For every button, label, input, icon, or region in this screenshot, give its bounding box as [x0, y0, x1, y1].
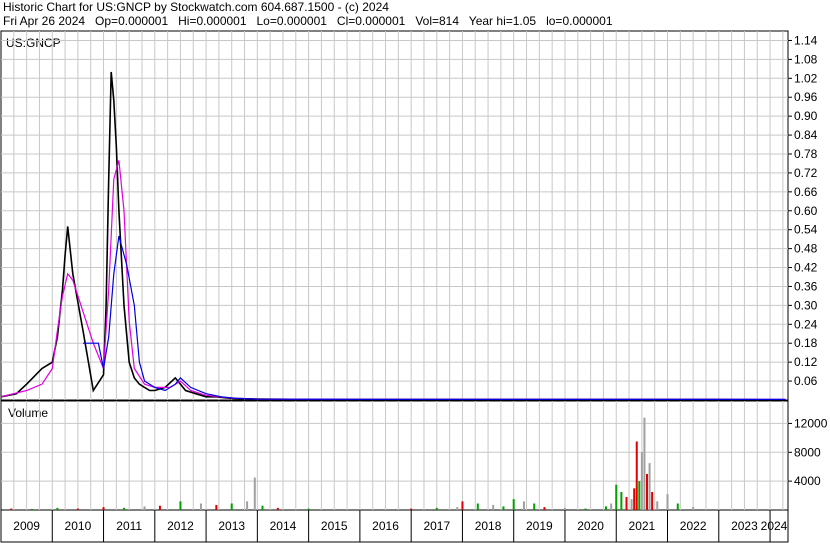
volume-bar	[610, 503, 613, 510]
y-tick-label: 1.02	[794, 71, 818, 85]
volume-bar	[620, 491, 623, 510]
volume-bar	[435, 507, 438, 510]
volume-bar	[307, 508, 310, 510]
volume-bar	[656, 501, 659, 510]
volume-bar	[410, 508, 413, 510]
volume-bar	[666, 494, 669, 510]
y-tick-label: 0.24	[794, 317, 818, 331]
volume-bar	[158, 505, 161, 510]
x-tick-label: 2016	[372, 519, 399, 533]
volume-bar	[276, 507, 279, 510]
volume-bar	[56, 507, 59, 510]
y-tick-label: 0.84	[794, 128, 818, 142]
volume-bar	[625, 497, 628, 510]
volume-bar	[633, 488, 636, 510]
y-tick-label: 0.96	[794, 90, 818, 104]
y-tick-label: 0.54	[794, 223, 818, 237]
y-tick-label: 1.14	[794, 33, 818, 47]
x-tick-label: 2014	[270, 519, 297, 533]
volume-bar	[358, 508, 361, 510]
y-tick-label: 0.90	[794, 109, 818, 123]
y-tick-label: 0.60	[794, 204, 818, 218]
volume-bar	[533, 503, 536, 510]
y-tick-label: 0.30	[794, 298, 818, 312]
volume-bar	[640, 452, 643, 510]
y-tick-label: 0.66	[794, 185, 818, 199]
volume-bar	[563, 507, 566, 510]
x-tick-label: 2013	[218, 519, 245, 533]
x-tick-label: 2009	[13, 519, 40, 533]
x-tick-label: 2024	[761, 519, 788, 533]
x-tick-label: 2011	[116, 519, 142, 533]
volume-bar	[230, 503, 233, 510]
volume-bar	[604, 506, 607, 510]
volume-bar	[215, 504, 218, 510]
x-tick-label: 2022	[680, 519, 707, 533]
x-tick-label: 2012	[167, 519, 194, 533]
stock-chart: Historic Chart for US:GNCP by Stockwatch…	[0, 0, 830, 543]
volume-bar	[648, 463, 651, 510]
volume-bar	[512, 499, 515, 510]
volume-bar	[179, 501, 182, 510]
volume-bar	[246, 501, 249, 510]
x-tick-label: 2019	[526, 519, 553, 533]
y-tick-label: 0.72	[794, 166, 818, 180]
volume-bar	[253, 477, 256, 510]
volume-y-tick-label: 12000	[794, 416, 828, 430]
x-tick-label: 2021	[629, 519, 656, 533]
x-tick-label: 2020	[577, 519, 604, 533]
volume-bar	[615, 484, 618, 510]
y-tick-label: 0.36	[794, 279, 818, 293]
volume-bar	[261, 505, 264, 510]
x-tick-label: 2010	[65, 519, 92, 533]
x-tick-label: 2015	[321, 519, 348, 533]
volume-bar	[30, 508, 33, 510]
volume-bar	[646, 473, 649, 510]
volume-panel-frame	[0, 400, 789, 511]
volume-bar	[199, 503, 202, 510]
x-tick-label: 2017	[423, 519, 450, 533]
volume-bar	[638, 481, 641, 510]
volume-bar	[143, 506, 146, 510]
y-tick-label: 0.06	[794, 374, 818, 388]
volume-bar	[476, 503, 479, 510]
volume-bar	[456, 507, 459, 510]
y-tick-label: 0.42	[794, 261, 818, 275]
volume-bar	[123, 507, 126, 510]
y-tick-label: 0.78	[794, 147, 818, 161]
volume-y-tick-label: 8000	[794, 445, 821, 459]
y-tick-label: 1.08	[794, 52, 818, 66]
volume-bar	[10, 508, 13, 510]
volume-bar	[635, 441, 638, 510]
volume-bar	[102, 507, 105, 510]
volume-y-tick-label: 4000	[794, 474, 821, 488]
volume-bar	[630, 499, 633, 510]
volume-bar	[543, 507, 546, 510]
chart-svg: US:GNCP Volume 1.141.081.020.960.900.840…	[0, 30, 828, 543]
volume-bar	[643, 417, 646, 510]
volume-bar	[692, 507, 695, 510]
volume-bar	[676, 503, 679, 510]
y-tick-label: 0.12	[794, 355, 818, 369]
volume-bar	[76, 508, 79, 510]
y-tick-label: 0.18	[794, 336, 818, 350]
volume-bar	[584, 508, 587, 510]
x-tick-label: 2018	[475, 519, 502, 533]
volume-bar	[492, 504, 495, 510]
volume-bar	[502, 506, 505, 510]
y-tick-label: 0.48	[794, 242, 818, 256]
volume-bar	[522, 501, 525, 510]
volume-bar	[461, 501, 464, 510]
x-tick-label: 2023	[731, 519, 758, 533]
volume-bar	[651, 491, 654, 510]
